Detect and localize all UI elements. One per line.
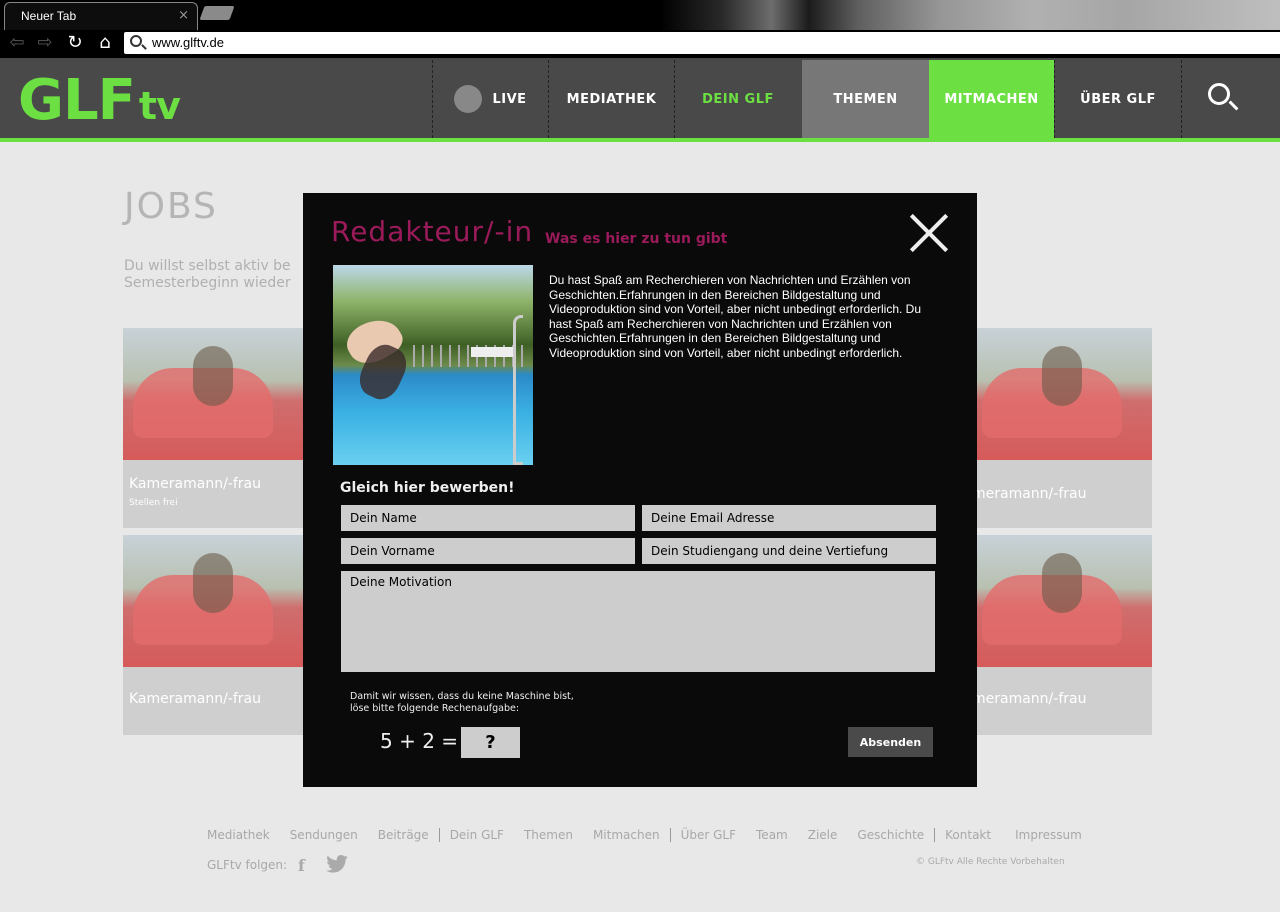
footer-link[interactable]: Sendungen	[280, 828, 368, 842]
apply-heading: Gleich hier bewerben!	[340, 480, 515, 496]
submit-button[interactable]: Absenden	[848, 727, 933, 757]
nav-ueber-glf-label: ÜBER GLF	[1080, 91, 1156, 107]
job-card-label: meramann/-frau	[972, 691, 1087, 707]
footer-link[interactable]: Mitmachen	[583, 828, 670, 842]
logo-suffix: tv	[138, 84, 181, 128]
modal-title: Redakteur/-in	[331, 215, 534, 248]
nav-dein-glf-label: DEIN GLF	[702, 91, 774, 107]
nav-mediathek[interactable]: MEDIATHEK	[548, 60, 674, 138]
job-card-image	[972, 535, 1152, 667]
captcha-note: Damit wir wissen, dass du keine Maschine…	[350, 691, 610, 715]
job-card-label: Kameramann/-frau	[129, 476, 261, 492]
search-icon	[130, 35, 142, 47]
nav-dein-glf[interactable]: DEIN GLF	[674, 60, 801, 138]
nav-mitmachen[interactable]: MITMACHEN	[929, 60, 1054, 138]
footer-nav: Mediathek Sendungen Beiträge Dein GLF Th…	[207, 828, 1092, 842]
photo-bench	[471, 347, 515, 357]
nav-ueber-glf[interactable]: ÜBER GLF	[1054, 60, 1181, 138]
address-bar[interactable]: www.glftv.de	[124, 32, 1280, 54]
photo-ladder	[513, 315, 523, 465]
footer-link[interactable]: Impressum	[1001, 828, 1092, 842]
live-indicator-icon	[454, 85, 483, 113]
nav-themen-label: THEMEN	[833, 91, 898, 107]
nav-live-label: LIVE	[492, 91, 527, 107]
browser-toolbar: ⇦ ⇨ ↻ ⌂ www.glftv.de	[0, 30, 1280, 58]
tab-close-icon[interactable]: ×	[178, 8, 189, 23]
nav-mediathek-label: MEDIATHEK	[566, 91, 657, 107]
browser-tab-bar: Neuer Tab ×	[0, 0, 1280, 30]
job-card-label: Kameramann/-frau	[129, 691, 261, 707]
job-card[interactable]: Kameramann/-frau	[123, 535, 303, 735]
captcha-answer-field[interactable]	[461, 727, 520, 758]
modal-subtitle: Was es hier zu tun gibt	[545, 231, 728, 247]
nav-mitmachen-label: MITMACHEN	[944, 91, 1039, 107]
job-description: Du hast Spaß am Recherchieren von Nachri…	[549, 273, 922, 360]
follow-label: GLFtv folgen:	[207, 858, 288, 872]
copyright-text: © GLFtv Alle Rechte Vorbehalten	[916, 857, 1065, 867]
nav-live[interactable]: LIVE	[432, 60, 548, 138]
logo-main: GLF	[18, 68, 136, 133]
page-title: JOBS	[124, 186, 218, 227]
url-text: www.glftv.de	[152, 35, 225, 50]
back-arrow-icon[interactable]: ⇦	[6, 32, 28, 54]
job-card[interactable]: meramann/-frau	[972, 535, 1152, 735]
footer-link[interactable]: Ziele	[798, 828, 848, 842]
job-card-image	[972, 328, 1152, 460]
site-header: GLF tv LIVE MEDIATHEK DEIN GLF THEMEN MIT…	[0, 58, 1280, 138]
footer-link[interactable]: Beiträge	[368, 828, 439, 842]
job-card-image	[123, 328, 303, 460]
captcha-note-line1: Damit wir wissen, dass du keine Maschine…	[350, 691, 574, 702]
site-search-icon[interactable]	[1208, 83, 1230, 105]
job-card[interactable]: meramann/-frau	[972, 328, 1152, 528]
new-tab-button[interactable]	[199, 6, 235, 20]
tab-title: Neuer Tab	[21, 9, 77, 23]
job-photo	[333, 265, 533, 465]
facebook-icon[interactable]: f	[298, 856, 305, 875]
vorname-field[interactable]	[341, 538, 635, 564]
job-card-image	[123, 535, 303, 667]
home-icon[interactable]: ⌂	[94, 32, 116, 54]
close-icon[interactable]	[907, 211, 951, 255]
site-logo[interactable]: GLF tv	[18, 68, 181, 133]
footer-link[interactable]: Dein GLF	[438, 828, 514, 842]
job-card-status: Stellen frei	[129, 498, 178, 508]
email-field[interactable]	[642, 505, 936, 531]
reload-icon[interactable]: ↻	[64, 32, 86, 54]
nav-search[interactable]	[1181, 60, 1280, 138]
forward-arrow-icon[interactable]: ⇨	[34, 32, 56, 54]
footer-link[interactable]: Über GLF	[669, 828, 746, 842]
name-field[interactable]	[341, 505, 635, 531]
header-accent-line	[0, 138, 1280, 142]
captcha-equation: 5 + 2 =	[380, 729, 459, 753]
twitter-icon[interactable]	[326, 855, 348, 873]
browser-tab[interactable]: Neuer Tab ×	[4, 2, 198, 30]
job-modal: Redakteur/-in Was es hier zu tun gibt Du…	[303, 193, 977, 787]
studiengang-field[interactable]	[642, 538, 936, 564]
footer-link[interactable]: Kontakt	[934, 828, 1001, 842]
footer-link[interactable]: Themen	[514, 828, 583, 842]
footer-link[interactable]: Mediathek	[207, 828, 280, 842]
motivation-field[interactable]	[341, 571, 935, 672]
footer-link[interactable]: Geschichte	[847, 828, 934, 842]
job-card[interactable]: Kameramann/-frau Stellen frei	[123, 328, 303, 528]
captcha-note-line2: löse bitte folgende Rechenaufgabe:	[350, 703, 520, 714]
job-card-label: meramann/-frau	[972, 486, 1087, 502]
tabbar-background	[660, 0, 1280, 30]
nav-themen[interactable]: THEMEN	[802, 60, 929, 138]
footer-link[interactable]: Team	[746, 828, 798, 842]
